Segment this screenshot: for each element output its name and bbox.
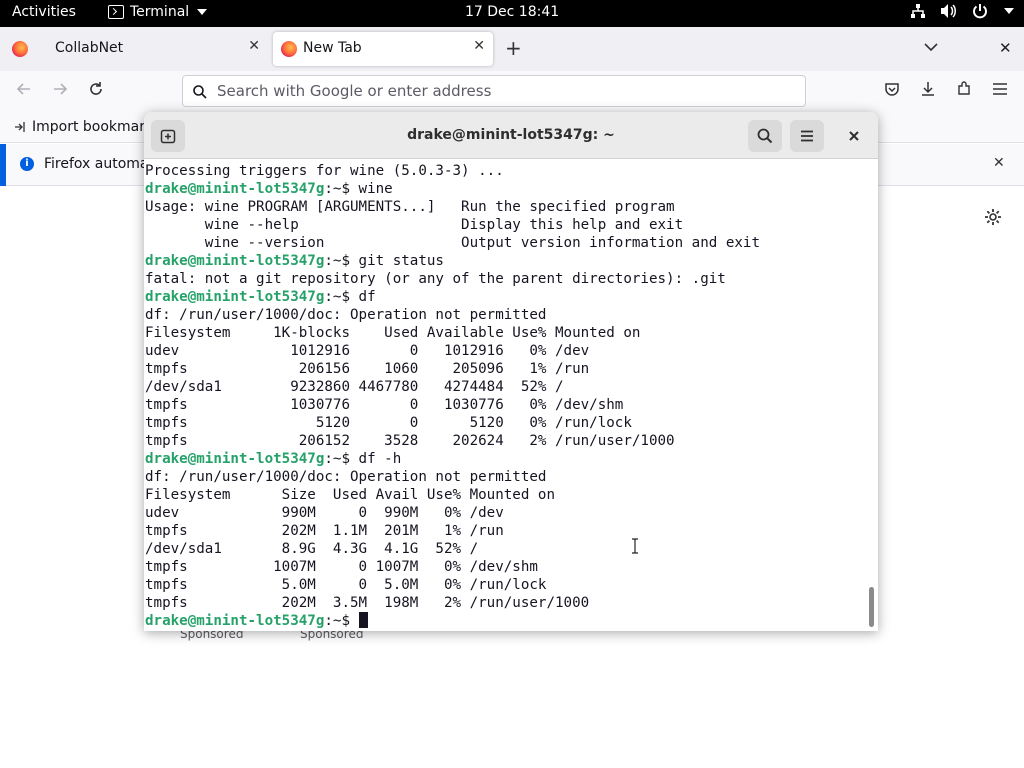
address-bar[interactable] [182,75,806,107]
app-menu[interactable]: Terminal [108,4,208,20]
terminal-output-line: /dev/sda1 8.9G 4.3G 4.1G 52% / [145,541,479,557]
search-input[interactable] [217,80,777,102]
terminal-output-line: Processing triggers for wine (5.0.3-3) .… [145,163,504,179]
prompt-user-host: drake@minint-lot5347g [145,253,325,269]
terminal-output-line: tmpfs 5120 0 5120 0% /run/lock [145,415,632,431]
list-all-tabs-button[interactable] [924,39,938,53]
prompt-user-host: drake@minint-lot5347g [145,451,325,467]
terminal-command-line: drake@minint-lot5347g:~$ git status [145,252,865,270]
menu-icon[interactable] [992,81,1010,99]
terminal-output-line: tmpfs 206152 3528 202624 2% /run/user/10… [145,433,675,449]
terminal-output-line: tmpfs 1007M 0 1007M 0% /dev/shm [145,559,538,575]
command-text: git status [358,253,444,269]
prompt-user-host: drake@minint-lot5347g [145,289,325,305]
close-icon[interactable]: ✕ [993,155,1005,171]
terminal-command-line: drake@minint-lot5347g:~$ df -h [145,450,865,468]
system-tray[interactable] [910,3,1014,19]
gear-icon[interactable] [984,208,1002,226]
back-button[interactable] [16,81,32,101]
terminal-command-line: drake@minint-lot5347g:~$ df [145,288,865,306]
terminal-output-line: fatal: not a git repository (or any of t… [145,271,726,287]
prompt-suffix: :~$ [324,451,359,467]
terminal-output-line: /dev/sda1 9232860 4467780 4274484 52% / [145,379,564,395]
power-icon [972,3,988,19]
menu-button[interactable] [790,120,824,152]
menu-icon [801,130,813,142]
search-button[interactable] [748,120,782,152]
gnome-top-bar: Activities Terminal 17 Dec 18:41 [0,0,1024,27]
import-bookmarks-button[interactable]: Import bookmark [14,119,153,135]
search-icon [757,128,773,144]
tab-title: New Tab [303,40,362,56]
reload-button[interactable] [88,81,104,101]
volume-icon [940,3,958,19]
terminal-output-line: wine --help Display this help and exit [145,217,684,233]
command-text: df [358,289,376,305]
terminal-output-line: df: /run/user/1000/doc: Operation not pe… [145,307,547,323]
tab-collabnet[interactable]: CollabNet ✕ [44,32,268,66]
import-bookmarks-label: Import bookmark [32,119,154,135]
notification-stripe [0,144,6,186]
terminal-command-line: drake@minint-lot5347g:~$ wine [145,180,865,198]
terminal-output-line: udev 990M 0 990M 0% /dev [145,505,504,521]
close-icon[interactable]: ✕ [248,38,260,54]
import-icon [15,122,25,132]
navigation-toolbar [0,71,1024,113]
terminal-output-line: tmpfs 1030776 0 1030776 0% /dev/shm [145,397,624,413]
terminal-output-line: tmpfs 202M 3.5M 198M 2% /run/user/1000 [145,595,590,611]
prompt-user-host: drake@minint-lot5347g [145,613,325,629]
firefox-icon [281,41,297,57]
tab-bar: CollabNet ✕ New Tab ✕ + ✕ [0,27,1024,71]
search-icon [193,84,207,99]
terminal-output-line: tmpfs 202M 1.1M 201M 1% /run [145,523,504,539]
tab-new-tab[interactable]: New Tab ✕ [273,32,493,66]
scrollbar[interactable] [869,587,874,627]
prompt-suffix: :~$ [324,253,359,269]
command-text: df -h [358,451,402,467]
activities-button[interactable]: Activities [12,4,76,20]
close-button[interactable] [837,120,871,152]
terminal-output-line: Usage: wine PROGRAM [ARGUMENTS...] Run t… [145,199,675,215]
terminal-command-line: drake@minint-lot5347g:~$ [145,612,865,630]
terminal-headerbar: drake@minint-lot5347g: ~ [144,112,878,159]
terminal-output-line: Filesystem Size Used Avail Use% Mounted … [145,487,555,503]
clock[interactable]: 17 Dec 18:41 [465,4,559,20]
command-text: wine [358,181,393,197]
network-icon [910,3,926,19]
terminal-output-line: tmpfs 206156 1060 205096 1% /run [145,361,590,377]
terminal-output[interactable]: Processing triggers for wine (5.0.3-3) .… [145,162,865,631]
terminal-window: drake@minint-lot5347g: ~ Processing trig… [144,112,878,631]
extensions-icon[interactable] [956,81,974,99]
terminal-cursor [358,612,368,628]
terminal-output-line: tmpfs 5.0M 0 5.0M 0% /run/lock [145,577,547,593]
info-icon: i [20,157,34,171]
tab-title: CollabNet [55,40,124,56]
window-close-button[interactable]: ✕ [999,39,1012,57]
new-tab-button[interactable]: + [505,36,522,60]
text-cursor-icon [631,538,639,554]
close-icon[interactable]: ✕ [473,38,485,54]
terminal-output-line: df: /run/user/1000/doc: Operation not pe… [145,469,547,485]
terminal-output-line: Filesystem 1K-blocks Used Available Use%… [145,325,641,341]
chevron-down-icon [1004,8,1014,14]
terminal-icon [108,5,124,19]
pocket-icon[interactable] [884,81,902,99]
download-icon[interactable] [920,81,938,99]
app-menu-label: Terminal [130,4,190,20]
forward-button[interactable] [52,81,68,101]
prompt-suffix: :~$ [324,289,359,305]
terminal-output-line: wine --version Output version informatio… [145,235,760,251]
prompt-user-host: drake@minint-lot5347g [145,181,325,197]
chevron-down-icon [197,9,208,15]
notification-message: Firefox automa [44,156,149,172]
prompt-suffix: :~$ [324,613,359,629]
terminal-output-line: udev 1012916 0 1012916 0% /dev [145,343,590,359]
firefox-view-icon[interactable] [12,41,28,57]
close-icon [849,131,859,141]
prompt-suffix: :~$ [324,181,359,197]
